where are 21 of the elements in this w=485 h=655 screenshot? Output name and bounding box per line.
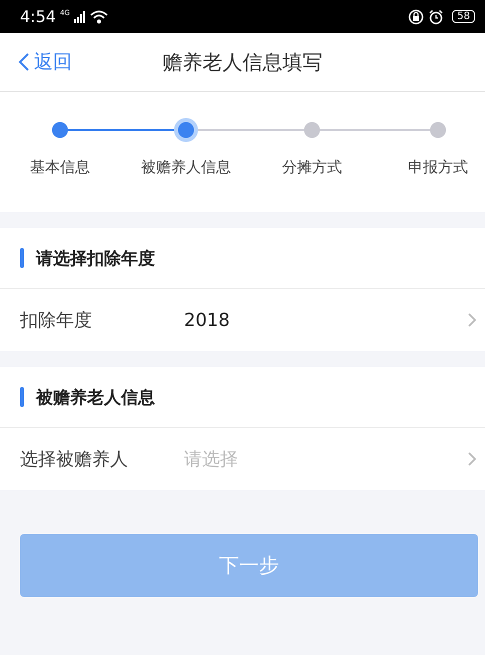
rotation-lock-icon (408, 8, 424, 24)
section-marker (20, 387, 24, 407)
chevron-right-icon (467, 312, 477, 328)
clock-time: 4:54 (20, 7, 56, 26)
section-title: 请选择扣除年度 (36, 248, 155, 270)
alarm-icon (428, 8, 444, 24)
chevron-right-icon (467, 451, 477, 467)
step-label: 被赡养人信息 (141, 158, 231, 177)
step-label: 申报方式 (408, 158, 468, 177)
section-title: 被赡养老人信息 (36, 386, 155, 408)
step-label: 分摊方式 (282, 158, 342, 177)
step-label: 基本信息 (30, 158, 90, 177)
signal-icon (74, 10, 86, 22)
back-button[interactable]: 返回 (18, 49, 72, 75)
section-marker (20, 248, 24, 268)
select-row[interactable]: 扣除年度 2018 (0, 289, 485, 351)
page-title: 赡养老人信息填写 (162, 48, 322, 76)
wifi-icon (90, 10, 108, 24)
battery-level: 58 (452, 10, 475, 23)
chevron-left-icon (18, 52, 30, 72)
select-row[interactable]: 选择被赡养人 请选择 (0, 428, 485, 490)
